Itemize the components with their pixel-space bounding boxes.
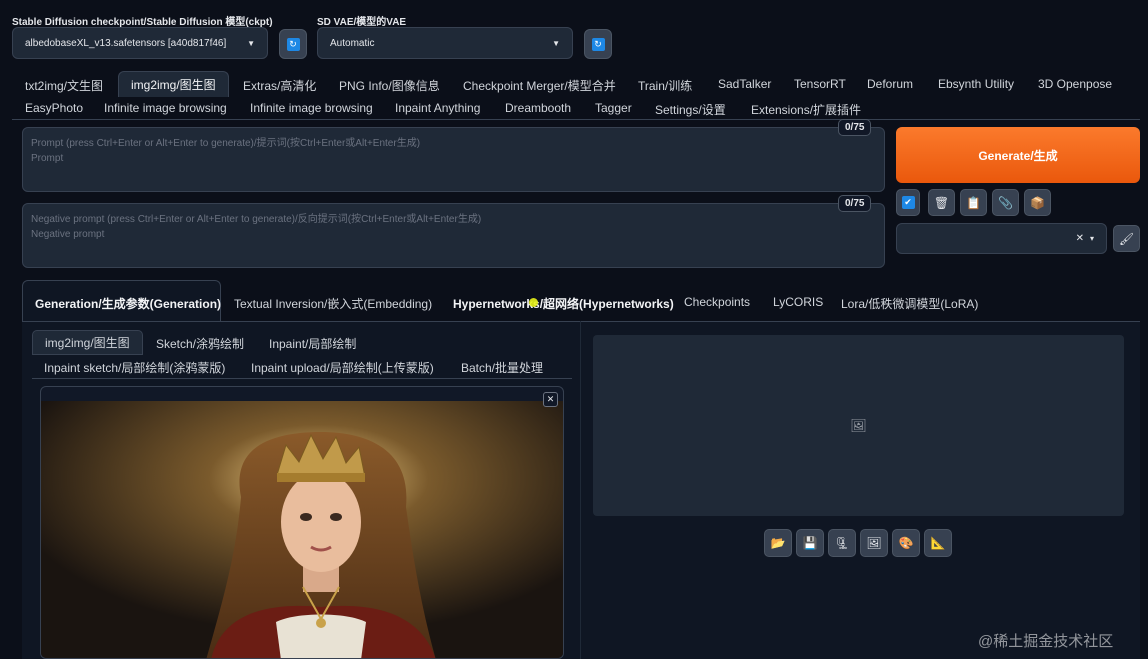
extra-networks-button[interactable]: 📦 — [1024, 189, 1051, 216]
subtab-generation[interactable]: Generation/生成参数(Generation) — [35, 295, 221, 312]
tab-extensions[interactable]: Extensions/扩展插件 — [751, 101, 861, 118]
generate-button[interactable]: Generate/生成 — [896, 127, 1140, 183]
prompt-token-counter: 0/75 — [838, 119, 872, 136]
subtab-hypernetworks[interactable]: Hypernetworks/超网络(Hypernetworks) — [453, 295, 674, 312]
styles-dropdown[interactable]: ✕ ▾ — [896, 223, 1107, 254]
edit-styles-button[interactable]: 🖌 — [1113, 225, 1140, 252]
image-icon: 🖼 — [866, 536, 882, 550]
subtab-textual-inversion[interactable]: Textual Inversion/嵌入式(Embedding) — [234, 295, 432, 312]
watermark: @稀土掘金技术社区 — [978, 633, 1114, 650]
tab-img2img[interactable]: img2img/图生图 — [118, 71, 229, 97]
clear-icon[interactable]: ✕ — [1076, 233, 1084, 244]
img-tab-img2img[interactable]: img2img/图生图 — [32, 330, 143, 355]
send-to-inpaint-button[interactable]: 🎨 — [892, 529, 920, 557]
vae-refresh-button[interactable]: ↻ — [584, 29, 612, 59]
triangle-ruler-icon: 📐 — [930, 536, 946, 550]
tab-infinite-image-browsing-2[interactable]: Infinite image browsing — [250, 101, 373, 115]
palette-icon: 🎨 — [898, 536, 914, 550]
prompt-textarea[interactable]: Prompt (press Ctrl+Enter or Alt+Enter to… — [22, 127, 885, 192]
prompt-placeholder-short: Prompt — [31, 153, 64, 164]
chevron-down-icon: ▼ — [247, 38, 255, 48]
tab-checkpoint-merger[interactable]: Checkpoint Merger/模型合并 — [463, 77, 616, 94]
img-tab-sketch[interactable]: Sketch/涂鸦绘制 — [156, 335, 244, 352]
clear-prompt-button[interactable]: 🗑 — [928, 189, 955, 216]
tab-extras[interactable]: Extras/高清化 — [243, 77, 316, 94]
attach-button[interactable]: 📎 — [992, 189, 1019, 216]
clipboard-icon: 📋 — [966, 195, 981, 210]
tab-train[interactable]: Train/训练 — [638, 77, 692, 94]
tab-inpaint-anything[interactable]: Inpaint Anything — [395, 101, 480, 115]
tab-ebsynth-utility[interactable]: Ebsynth Utility — [938, 77, 1014, 91]
negative-prompt-textarea[interactable]: Negative prompt (press Ctrl+Enter or Alt… — [22, 203, 885, 268]
img-tab-inpaint[interactable]: Inpaint/局部绘制 — [269, 335, 356, 352]
checkpoint-value: albedobaseXL_v13.safetensors [a40d817f46… — [25, 37, 227, 49]
remove-image-button[interactable]: ✕ — [543, 392, 558, 407]
vae-value: Automatic — [330, 37, 375, 49]
brush-icon: 🖌 — [1118, 231, 1135, 246]
tab-deforum[interactable]: Deforum — [867, 77, 913, 91]
vae-dropdown[interactable]: Automatic ▼ — [317, 27, 573, 59]
send-to-extras-button[interactable]: 📐 — [924, 529, 952, 557]
tab-3d-openpose[interactable]: 3D Openpose — [1038, 77, 1112, 91]
negative-prompt-placeholder: Negative prompt (press Ctrl+Enter or Alt… — [31, 214, 482, 225]
tab-txt2img[interactable]: txt2img/文生图 — [25, 77, 103, 94]
subtab-checkpoints[interactable]: Checkpoints — [684, 295, 750, 309]
tab-dreambooth[interactable]: Dreambooth — [505, 101, 571, 115]
trash-icon: 🗑 — [933, 195, 950, 210]
output-gallery: 🖼 — [593, 335, 1124, 516]
close-icon: ✕ — [546, 394, 555, 404]
paperclip-icon: 📎 — [998, 195, 1013, 210]
tab-png-info[interactable]: PNG Info/图像信息 — [339, 77, 440, 94]
chevron-down-icon: ▼ — [552, 38, 560, 48]
apply-styles-button[interactable]: ✔ — [896, 189, 920, 216]
subtab-lora[interactable]: Lora/低秩微调模型(LoRA) — [841, 295, 978, 312]
mouse-cursor-highlight — [529, 298, 538, 307]
save-icon: 💾 — [802, 536, 818, 550]
checkpoint-dropdown[interactable]: albedobaseXL_v13.safetensors [a40d817f46… — [12, 27, 268, 59]
tab-infinite-image-browsing[interactable]: Infinite image browsing — [104, 101, 227, 115]
box-icon: 📦 — [1030, 195, 1045, 210]
column-divider — [580, 321, 581, 659]
refresh-icon: ↻ — [286, 37, 300, 51]
img-tab-inpaint-sketch[interactable]: Inpaint sketch/局部绘制(涂鸦蒙版) — [44, 359, 225, 376]
checkpoint-label: Stable Diffusion checkpoint/Stable Diffu… — [12, 17, 273, 28]
tab-easyphoto[interactable]: EasyPhoto — [25, 101, 83, 115]
checkpoint-refresh-button[interactable]: ↻ — [279, 29, 307, 59]
negative-prompt-token-counter: 0/75 — [838, 195, 872, 212]
prompt-placeholder: Prompt (press Ctrl+Enter or Alt+Enter to… — [31, 138, 421, 149]
folder-icon: 📂 — [770, 536, 786, 550]
negative-prompt-placeholder-short: Negative prompt — [31, 229, 105, 240]
subtab-lycoris[interactable]: LyCORIS — [773, 295, 823, 309]
tab-settings[interactable]: Settings/设置 — [655, 101, 726, 118]
tab-sadtalker[interactable]: SadTalker — [718, 77, 771, 91]
zip-button[interactable]: 🗜 — [828, 529, 856, 557]
vae-label: SD VAE/模型的VAE — [317, 17, 407, 28]
img-tab-inpaint-upload[interactable]: Inpaint upload/局部绘制(上传蒙版) — [251, 359, 434, 376]
send-to-img2img-button[interactable]: 🖼 — [860, 529, 888, 557]
image-placeholder-icon: 🖼 — [850, 417, 867, 433]
check-icon: ✔ — [901, 196, 915, 209]
img-tab-batch[interactable]: Batch/批量处理 — [461, 359, 543, 376]
open-folder-button[interactable]: 📂 — [764, 529, 792, 557]
input-image-portrait — [41, 401, 563, 658]
tab-tensorrt[interactable]: TensorRT — [794, 77, 846, 91]
paste-button[interactable]: 📋 — [960, 189, 987, 216]
image-upload-area[interactable] — [40, 386, 564, 659]
save-button[interactable]: 💾 — [796, 529, 824, 557]
tab-tagger[interactable]: Tagger — [595, 101, 632, 115]
chevron-down-icon: ▾ — [1089, 234, 1094, 243]
refresh-icon: ↻ — [591, 37, 605, 51]
zip-icon: 🗜 — [834, 536, 850, 550]
